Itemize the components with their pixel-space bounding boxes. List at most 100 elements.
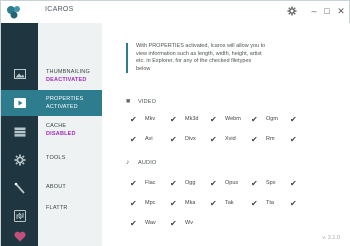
maximize-button[interactable]: □: [320, 4, 334, 18]
filetype-checkbox[interactable]: ✔ Ogg: [170, 178, 195, 188]
checkmark-icon: ✔: [170, 198, 177, 208]
filetype-label: Webm: [225, 116, 241, 122]
filetype-label: Spx: [266, 180, 276, 186]
nav-item-label: FLATTR: [46, 205, 68, 211]
checkmark-icon: ✔: [130, 114, 137, 124]
rail-properties[interactable]: [1, 90, 38, 116]
image-icon: [13, 69, 26, 79]
close-button[interactable]: ✕: [334, 4, 348, 18]
rail-tools[interactable]: [1, 147, 38, 173]
icon-rail: [1, 23, 38, 246]
nav-item-status: DEACTIVATED: [46, 77, 87, 83]
nav-item-label: PROPERTIES: [46, 96, 84, 102]
heart-icon: [13, 231, 26, 241]
filetype-checkbox[interactable]: ✔: [290, 198, 299, 208]
filetype-checkbox[interactable]: ✔ Wav: [130, 218, 156, 228]
checkmark-icon: ✔: [290, 178, 297, 188]
nav-item-cache[interactable]: CACHE DISABLED: [38, 122, 102, 144]
filetype-label: Ogg: [185, 180, 196, 186]
filetype-checkbox[interactable]: ✔: [290, 178, 299, 188]
filetype-checkbox[interactable]: ✔ Wv: [170, 218, 193, 228]
filetype-checkbox[interactable]: ✔ Webm: [210, 114, 241, 124]
minimize-button[interactable]: –: [307, 4, 321, 18]
checkmark-icon: ✔: [251, 198, 258, 208]
checkmark-icon: ✔: [170, 114, 177, 124]
nav-item-flattr[interactable]: FLATTR: [38, 205, 102, 219]
rail-thumbnailing[interactable]: [1, 61, 38, 87]
checkmark-icon: ✔: [130, 134, 137, 144]
filetype-checkbox[interactable]: ✔ Xvid: [210, 134, 236, 144]
settings-button[interactable]: [285, 4, 299, 18]
checkmark-icon: ✔: [170, 134, 177, 144]
nav-item-properties[interactable]: PROPERTIES ACTIVATED: [38, 90, 102, 116]
filetype-checkbox[interactable]: ✔ Opus: [210, 178, 238, 188]
filetype-label: Opus: [225, 180, 239, 186]
checkmark-icon: ✔: [210, 178, 217, 188]
title-bar: ICAROS – □ ✕: [1, 1, 349, 23]
filetype-label: Rm: [266, 136, 275, 142]
video-section-header: ■ VIDEO: [126, 98, 156, 105]
filetype-label: Xvid: [225, 136, 236, 142]
nav-item-label: ABOUT: [46, 184, 66, 190]
filetype-label: Mkv: [145, 116, 156, 122]
flattr-icon: [13, 210, 26, 222]
stack-icon: [14, 127, 25, 137]
properties-panel: With PROPERTIES activated, Icaros will a…: [102, 23, 350, 246]
nav-item-status: DISABLED: [46, 131, 76, 137]
checkmark-icon: ✔: [130, 218, 137, 228]
filetype-checkbox[interactable]: ✔: [290, 114, 299, 124]
filetype-checkbox[interactable]: ✔ Rm: [251, 134, 275, 144]
checkmark-icon: ✔: [130, 198, 137, 208]
gear-icon: [14, 154, 25, 166]
filetype-checkbox[interactable]: ✔: [290, 134, 299, 144]
filetype-label: Ogm: [266, 116, 278, 122]
filetype-label: Mpc: [145, 200, 156, 206]
filetype-checkbox[interactable]: ✔ Avi: [130, 134, 153, 144]
video-icon: ■: [126, 98, 131, 105]
filetype-label: Divx: [185, 136, 196, 142]
nav-item-tools[interactable]: TOOLS: [38, 155, 102, 169]
filetype-label: Tta: [266, 200, 274, 206]
rail-donate[interactable]: [1, 223, 38, 246]
filetype-label: Wv: [185, 220, 193, 226]
checkmark-icon: ✔: [210, 198, 217, 208]
nav-item-label: CACHE: [46, 123, 67, 129]
checkmark-icon: ✔: [130, 178, 137, 188]
filetype-checkbox[interactable]: ✔ Tta: [251, 198, 274, 208]
filetype-checkbox[interactable]: ✔ Mpc: [130, 198, 155, 208]
checkmark-icon: ✔: [251, 134, 258, 144]
music-note-icon: ♪: [126, 159, 130, 166]
filetype-label: Tak: [225, 200, 234, 206]
checkmark-icon: ✔: [170, 218, 177, 228]
nav-item-label: TOOLS: [46, 155, 66, 161]
version-label: v. 3.1.0: [322, 235, 340, 241]
checkmark-icon: ✔: [251, 178, 258, 188]
rail-about[interactable]: [1, 175, 38, 201]
window-title: ICAROS: [45, 6, 74, 13]
icaros-logo-icon: [7, 6, 20, 19]
filetype-label: Flac: [145, 180, 156, 186]
filetype-checkbox[interactable]: ✔ Divx: [170, 134, 196, 144]
checkmark-icon: ✔: [210, 134, 217, 144]
filetype-label: Avi: [145, 136, 153, 142]
rail-cache[interactable]: [1, 119, 38, 145]
audio-heading: AUDIO: [138, 159, 157, 166]
filetype-label: Mk3d: [185, 116, 199, 122]
nav-item-status: ACTIVATED: [46, 104, 78, 110]
nav-item-thumbnailing[interactable]: THUMBNAILING DEACTIVATED: [38, 66, 102, 88]
filetype-checkbox[interactable]: ✔ Ogm: [251, 114, 278, 124]
checkmark-icon: ✔: [290, 114, 297, 124]
filetype-checkbox[interactable]: ✔ Tak: [210, 198, 234, 208]
audio-section-header: ♪ AUDIO: [126, 159, 156, 166]
filetype-checkbox[interactable]: ✔ Mkv: [130, 114, 155, 124]
filetype-checkbox[interactable]: ✔ Flac: [130, 178, 155, 188]
app-window: ICAROS – □ ✕ THUMBNAILING DEACTIVATED PR…: [0, 0, 350, 246]
filetype-checkbox[interactable]: ✔ Mka: [170, 198, 195, 208]
video-heading: VIDEO: [138, 98, 157, 105]
section-nav: THUMBNAILING DEACTIVATED PROPERTIES ACTI…: [38, 23, 102, 246]
filetype-checkbox[interactable]: ✔ Mk3d: [170, 114, 198, 124]
wand-icon: [14, 182, 25, 194]
filetype-checkbox[interactable]: ✔ Spx: [251, 178, 275, 188]
nav-item-about[interactable]: ABOUT: [38, 184, 102, 198]
checkmark-icon: ✔: [251, 114, 258, 124]
